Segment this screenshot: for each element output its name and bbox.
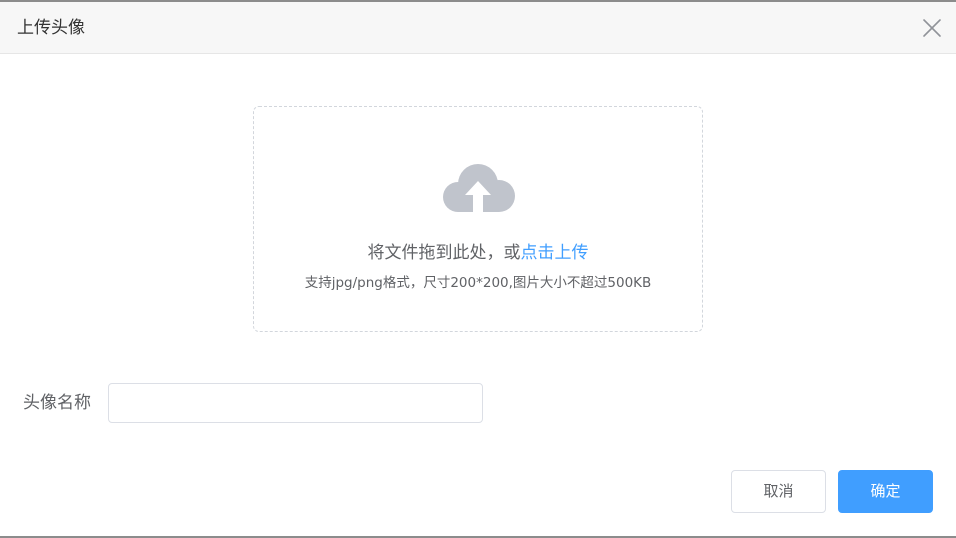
cancel-button[interactable]: 取消 [731,470,826,513]
dialog-header: 上传头像 [0,2,956,54]
confirm-button[interactable]: 确定 [838,470,933,513]
avatar-name-input[interactable] [108,383,483,423]
cloud-upload-icon [441,159,517,219]
upload-hint: 支持jpg/png格式，尺寸200*200,图片大小不超过500KB [304,275,652,291]
close-icon[interactable] [920,16,944,40]
upload-avatar-dialog: 上传头像 将文件拖到此处，或点击上传 支持jpg/png格式，尺寸200*200… [0,0,956,538]
upload-instruction: 将文件拖到此处，或点击上传 [254,241,702,265]
upload-dropzone[interactable]: 将文件拖到此处，或点击上传 支持jpg/png格式，尺寸200*200,图片大小… [253,106,703,332]
avatar-name-label: 头像名称 [23,393,91,413]
drag-text: 将文件拖到此处，或 [367,243,521,263]
click-upload-link[interactable]: 点击上传 [521,243,589,263]
dialog-title: 上传头像 [17,18,85,38]
